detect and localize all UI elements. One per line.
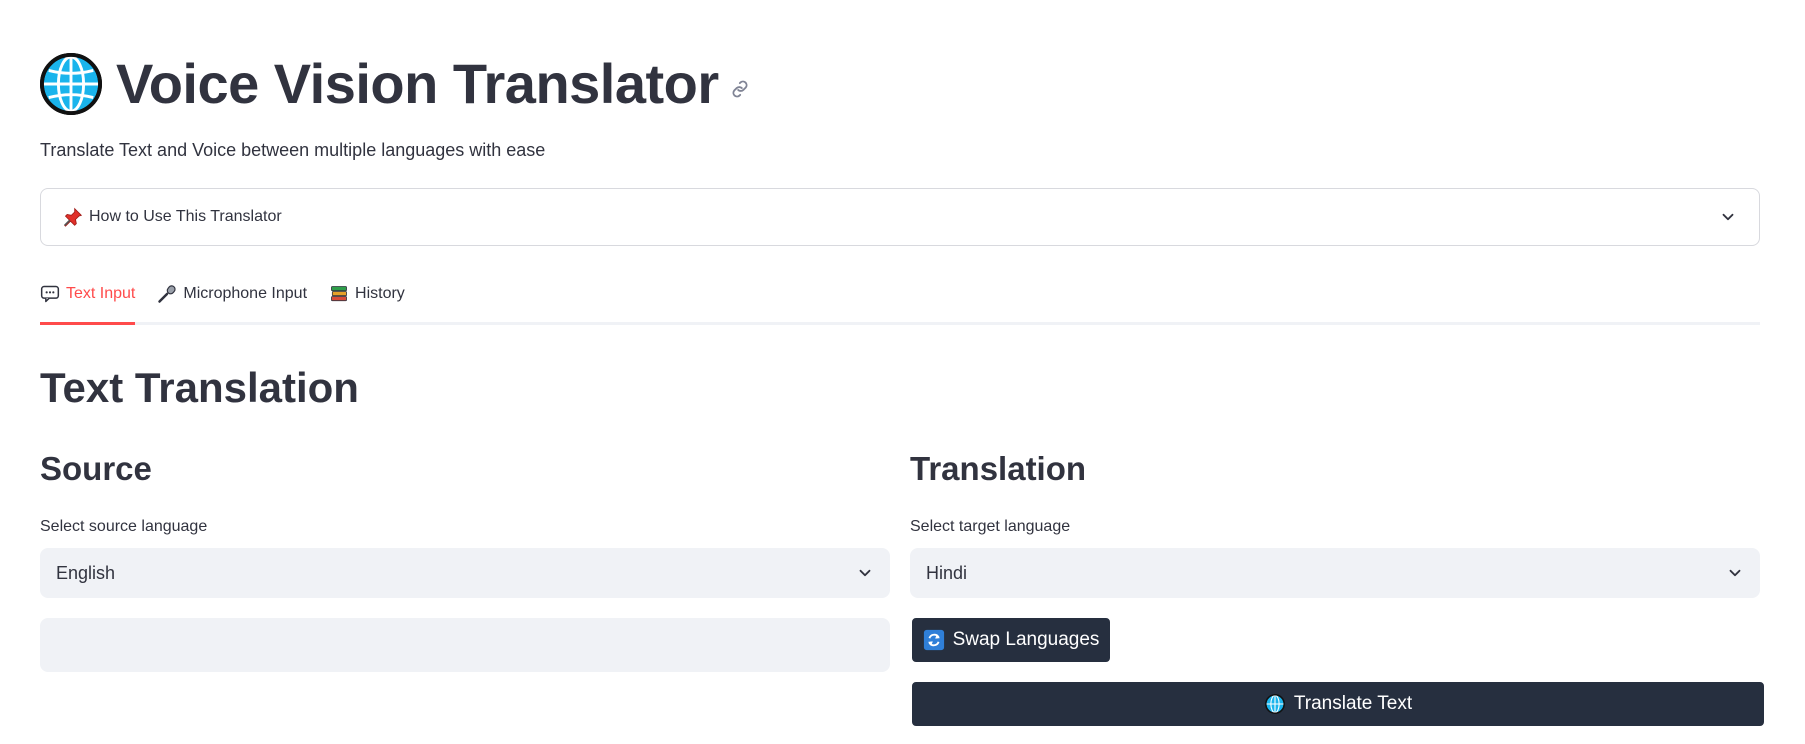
- source-column: Source Select source language English: [40, 450, 890, 672]
- page-subtitle: Translate Text and Voice between multipl…: [40, 140, 546, 160]
- tab-microphone-input[interactable]: Microphone Input: [157, 276, 307, 312]
- swap-arrows-icon: [923, 629, 944, 651]
- tab-text-input[interactable]: Text Input: [40, 276, 136, 325]
- target-language-label: Select target language: [910, 518, 1071, 535]
- target-language-select[interactable]: Hindi: [910, 548, 1760, 598]
- section-heading: Text Translation: [40, 364, 359, 411]
- expander-label: How to Use This Translator: [89, 208, 282, 225]
- source-language-select[interactable]: English: [40, 548, 890, 598]
- tab-label: History: [355, 285, 405, 302]
- page-title: Voice Vision Translator: [116, 52, 719, 115]
- tab-bar: Text Input Microphone Input History: [40, 276, 1760, 325]
- tab-label: Microphone Input: [183, 285, 308, 302]
- chevron-down-icon: [859, 569, 871, 577]
- tab-label: Text Input: [66, 285, 136, 302]
- chevron-down-icon: [1729, 569, 1741, 577]
- globe-icon: [40, 53, 102, 115]
- books-icon: [331, 286, 347, 302]
- source-text-input[interactable]: [40, 618, 890, 672]
- swap-languages-button[interactable]: Swap Languages: [912, 618, 1110, 662]
- pushpin-icon: [64, 207, 83, 227]
- microphone-icon: [158, 285, 176, 303]
- translate-text-button[interactable]: Translate Text: [912, 682, 1764, 726]
- header: Voice Vision Translator: [40, 50, 751, 118]
- target-language-value: Hindi: [926, 562, 968, 583]
- source-heading: Source: [40, 450, 152, 487]
- globe-icon: [1265, 694, 1285, 714]
- source-language-label: Select source language: [40, 518, 208, 535]
- tab-history[interactable]: History: [329, 276, 405, 312]
- chevron-down-icon: [1722, 213, 1734, 221]
- translation-column: Translation Select target language Hindi…: [910, 450, 1764, 726]
- how-to-use-expander[interactable]: How to Use This Translator: [40, 188, 1760, 246]
- link-icon[interactable]: [729, 78, 751, 100]
- translate-text-label: Translate Text: [1293, 693, 1413, 714]
- speech-bubble-icon: [40, 285, 60, 303]
- translation-heading: Translation: [910, 450, 1087, 487]
- source-language-value: English: [56, 562, 116, 583]
- swap-languages-label: Swap Languages: [952, 629, 1100, 650]
